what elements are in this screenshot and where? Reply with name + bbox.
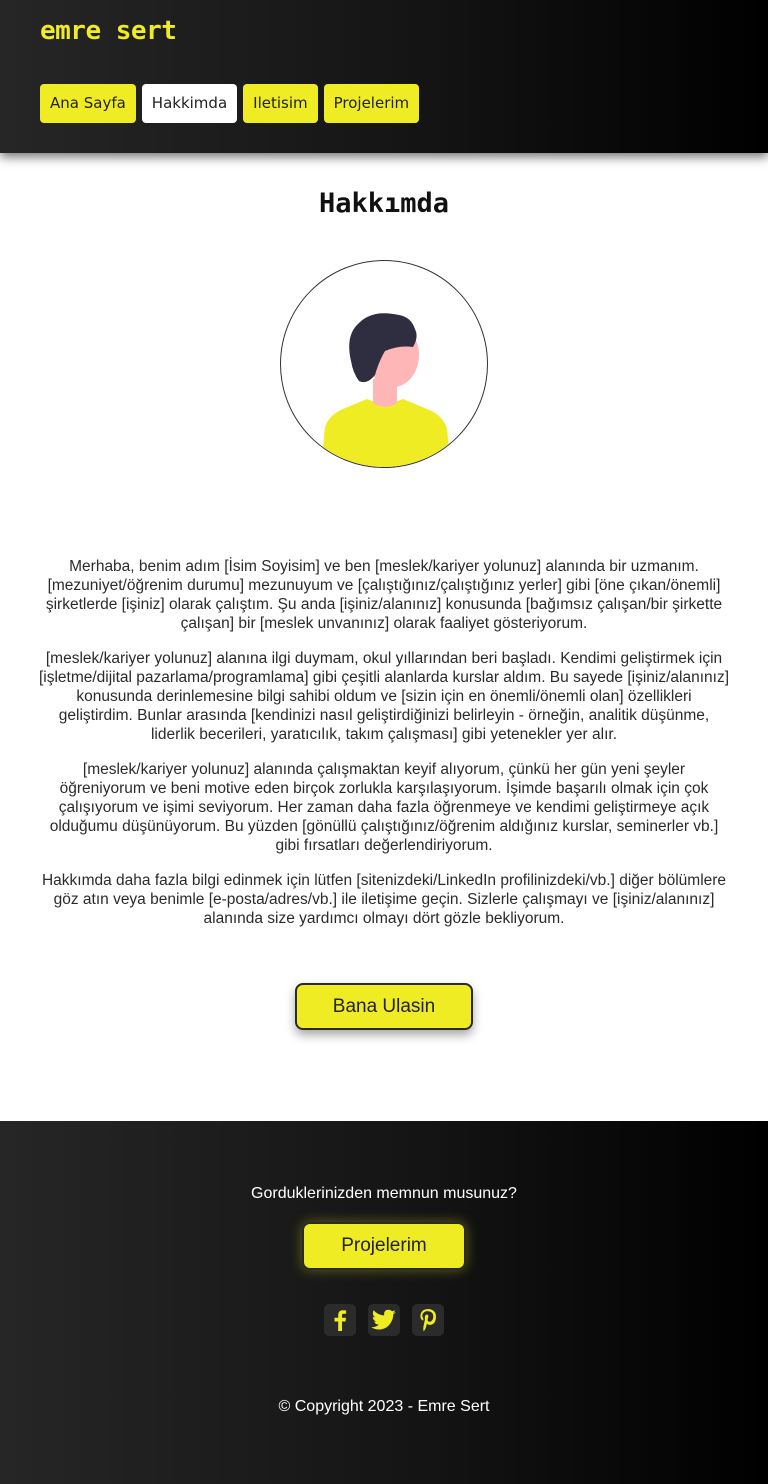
site-header: emre sert Ana Sayfa Hakkimda Iletisim Pr… xyxy=(0,0,768,153)
contact-me-button[interactable]: Bana Ulasin xyxy=(295,983,473,1030)
about-text: Merhaba, benim adım [İsim Soyisim] ve be… xyxy=(38,557,730,944)
about-paragraph-3: [meslek/kariyer yolunuz] alanında çalışm… xyxy=(49,761,719,854)
person-avatar-icon xyxy=(321,313,451,467)
nav-item-hakkimda[interactable]: Hakkimda xyxy=(141,84,238,123)
site-logo[interactable]: emre sert xyxy=(40,16,177,46)
twitter-icon[interactable] xyxy=(368,1304,400,1336)
nav-item-projelerim[interactable]: Projelerim xyxy=(323,84,420,123)
profile-avatar xyxy=(280,260,488,468)
projects-button[interactable]: Projelerim xyxy=(302,1222,466,1270)
nav-item-iletisim[interactable]: Iletisim xyxy=(243,84,318,123)
about-paragraph-2: [meslek/kariyer yolunuz] alanına ilgi du… xyxy=(38,650,730,743)
pinterest-icon[interactable] xyxy=(412,1304,444,1336)
about-paragraph-1: Merhaba, benim adım [İsim Soyisim] ve be… xyxy=(45,558,723,632)
main-nav: Ana Sayfa Hakkimda Iletisim Projelerim xyxy=(40,84,420,123)
facebook-icon[interactable] xyxy=(324,1304,356,1336)
copyright-text: © Copyright 2023 - Emre Sert xyxy=(278,1398,490,1415)
page-title: Hakkımda xyxy=(318,188,450,220)
social-links xyxy=(0,1304,768,1336)
footer-question: Gorduklerinizden memnun musunuz? xyxy=(251,1185,517,1202)
about-section: Hakkımda Merhaba, benim adım [İsim Soyis… xyxy=(0,153,768,1121)
site-footer: Gorduklerinizden memnun musunuz? Projele… xyxy=(0,1121,768,1484)
about-paragraph-4: Hakkımda daha fazla bilgi edinmek için l… xyxy=(41,872,727,927)
nav-item-ana-sayfa[interactable]: Ana Sayfa xyxy=(40,84,136,123)
